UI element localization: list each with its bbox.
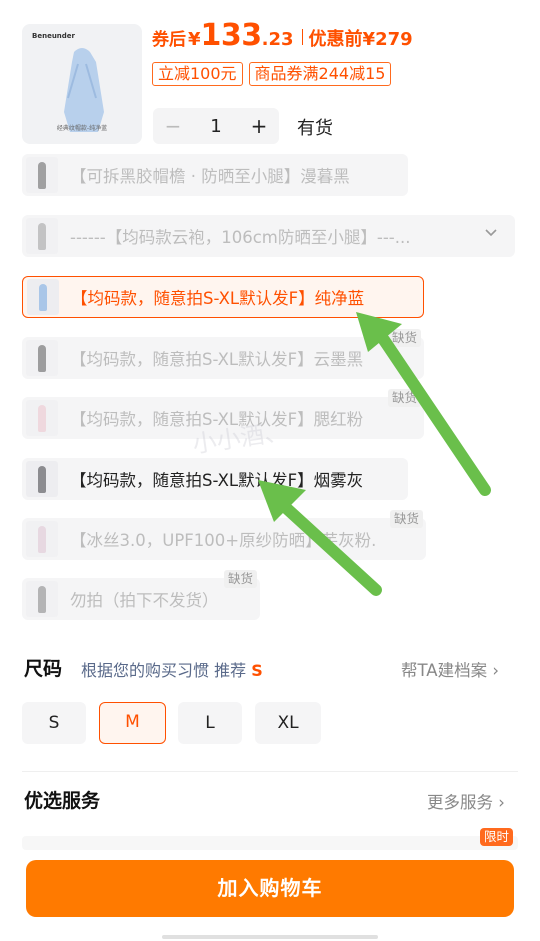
price-decimal: .23 (261, 29, 294, 50)
more-services-label: 更多服务 (427, 793, 493, 812)
size-profile-link-label: 帮TA建档案 (401, 661, 488, 680)
option-item[interactable]: 【可拆黑胶帽檐 · 防晒至小腿】漫暮黑 (22, 154, 408, 196)
coupon-product-voucher[interactable]: 商品券满244减15 (248, 62, 392, 86)
option-label: ------【均码款云袍，106cm防晒至小腿】---... (70, 228, 411, 247)
option-thumbnail (26, 218, 58, 254)
out-of-stock-badge: 缺货 (388, 389, 422, 407)
price-row: 券后 ¥ 133 .23 优惠前 ¥279 (152, 18, 413, 58)
option-item[interactable]: 【均码款，随意拍S-XL默认发F】烟雾灰 (22, 458, 408, 500)
option-thumbnail (27, 279, 59, 315)
option-item[interactable]: ------【均码款云袍，106cm防晒至小腿】---... (22, 215, 515, 257)
size-profile-link[interactable]: 帮TA建档案 › (401, 657, 499, 681)
size-option-l[interactable]: L (178, 702, 242, 744)
quantity-decrease-button[interactable]: − (153, 114, 193, 138)
chevron-right-icon: › (492, 661, 499, 680)
size-option-m[interactable]: M (99, 702, 166, 744)
chevron-down-icon[interactable] (484, 226, 498, 244)
option-thumbnail (26, 581, 58, 617)
home-indicator (162, 935, 378, 939)
more-services-link[interactable]: 更多服务 › (427, 789, 505, 813)
before-discount-label: 优惠前 (308, 29, 363, 50)
stock-status: 有货 (297, 118, 333, 139)
size-recommendation: 根据您的购买习惯 推荐 S (81, 657, 263, 681)
option-thumbnail (26, 157, 58, 193)
size-hint-text: 根据您的购买习惯 推荐 (81, 661, 247, 680)
recommended-size: S (251, 661, 263, 680)
currency-symbol: ¥ (188, 29, 201, 50)
limited-time-tag: 限时 (480, 828, 514, 846)
service-card-strip (22, 836, 518, 850)
quantity-stepper: − 1 + (153, 108, 279, 144)
option-thumbnail (26, 521, 58, 557)
out-of-stock-badge: 缺货 (390, 510, 424, 528)
thumbnail-caption: 经典纹帽款-纯净蓝 (56, 125, 108, 132)
product-thumbnail[interactable]: Beneunder 经典纹帽款-纯净蓝 (22, 24, 142, 144)
option-label: 【冰丝3.0，UPF100+原纱防晒】芋灰粉. (70, 531, 377, 550)
price-divider (301, 29, 303, 45)
services-section-title: 优选服务 (24, 790, 101, 812)
option-label: 【均码款，随意拍S-XL默认发F】纯净蓝 (71, 289, 365, 308)
add-to-cart-button[interactable]: 加入购物车 (26, 860, 514, 917)
option-label: 【均码款，随意拍S-XL默认发F】云墨黑 (70, 350, 364, 369)
option-label: 勿拍（拍下不发货） (70, 591, 219, 610)
price-integer: 133 (200, 18, 263, 53)
option-label: 【均码款，随意拍S-XL默认发F】烟雾灰 (70, 471, 364, 490)
option-label: 【可拆黑胶帽檐 · 防晒至小腿】漫暮黑 (70, 167, 350, 186)
out-of-stock-badge: 缺货 (388, 329, 422, 347)
coupon-direct-discount[interactable]: 立减100元 (152, 62, 243, 86)
size-option-s[interactable]: S (22, 702, 86, 744)
quantity-increase-button[interactable]: + (239, 114, 279, 138)
option-thumbnail (26, 340, 58, 376)
size-section-title: 尺码 (24, 658, 63, 680)
option-thumbnail (26, 461, 58, 497)
after-coupon-label: 券后 (152, 30, 186, 50)
quantity-value[interactable]: 1 (193, 116, 239, 137)
section-divider (22, 771, 518, 772)
option-item[interactable]: 【均码款，随意拍S-XL默认发F】云墨黑 (22, 337, 424, 379)
chevron-right-icon: › (498, 793, 505, 812)
before-discount-price: ¥279 (362, 29, 413, 50)
option-item-selected[interactable]: 【均码款，随意拍S-XL默认发F】纯净蓝 (22, 276, 424, 318)
size-option-xl[interactable]: XL (255, 702, 321, 744)
option-thumbnail (26, 400, 58, 436)
option-item[interactable]: 【冰丝3.0，UPF100+原纱防晒】芋灰粉. (22, 518, 426, 560)
coupon-list: 立减100元 商品券满244减15 (152, 62, 392, 86)
out-of-stock-badge: 缺货 (224, 570, 258, 588)
